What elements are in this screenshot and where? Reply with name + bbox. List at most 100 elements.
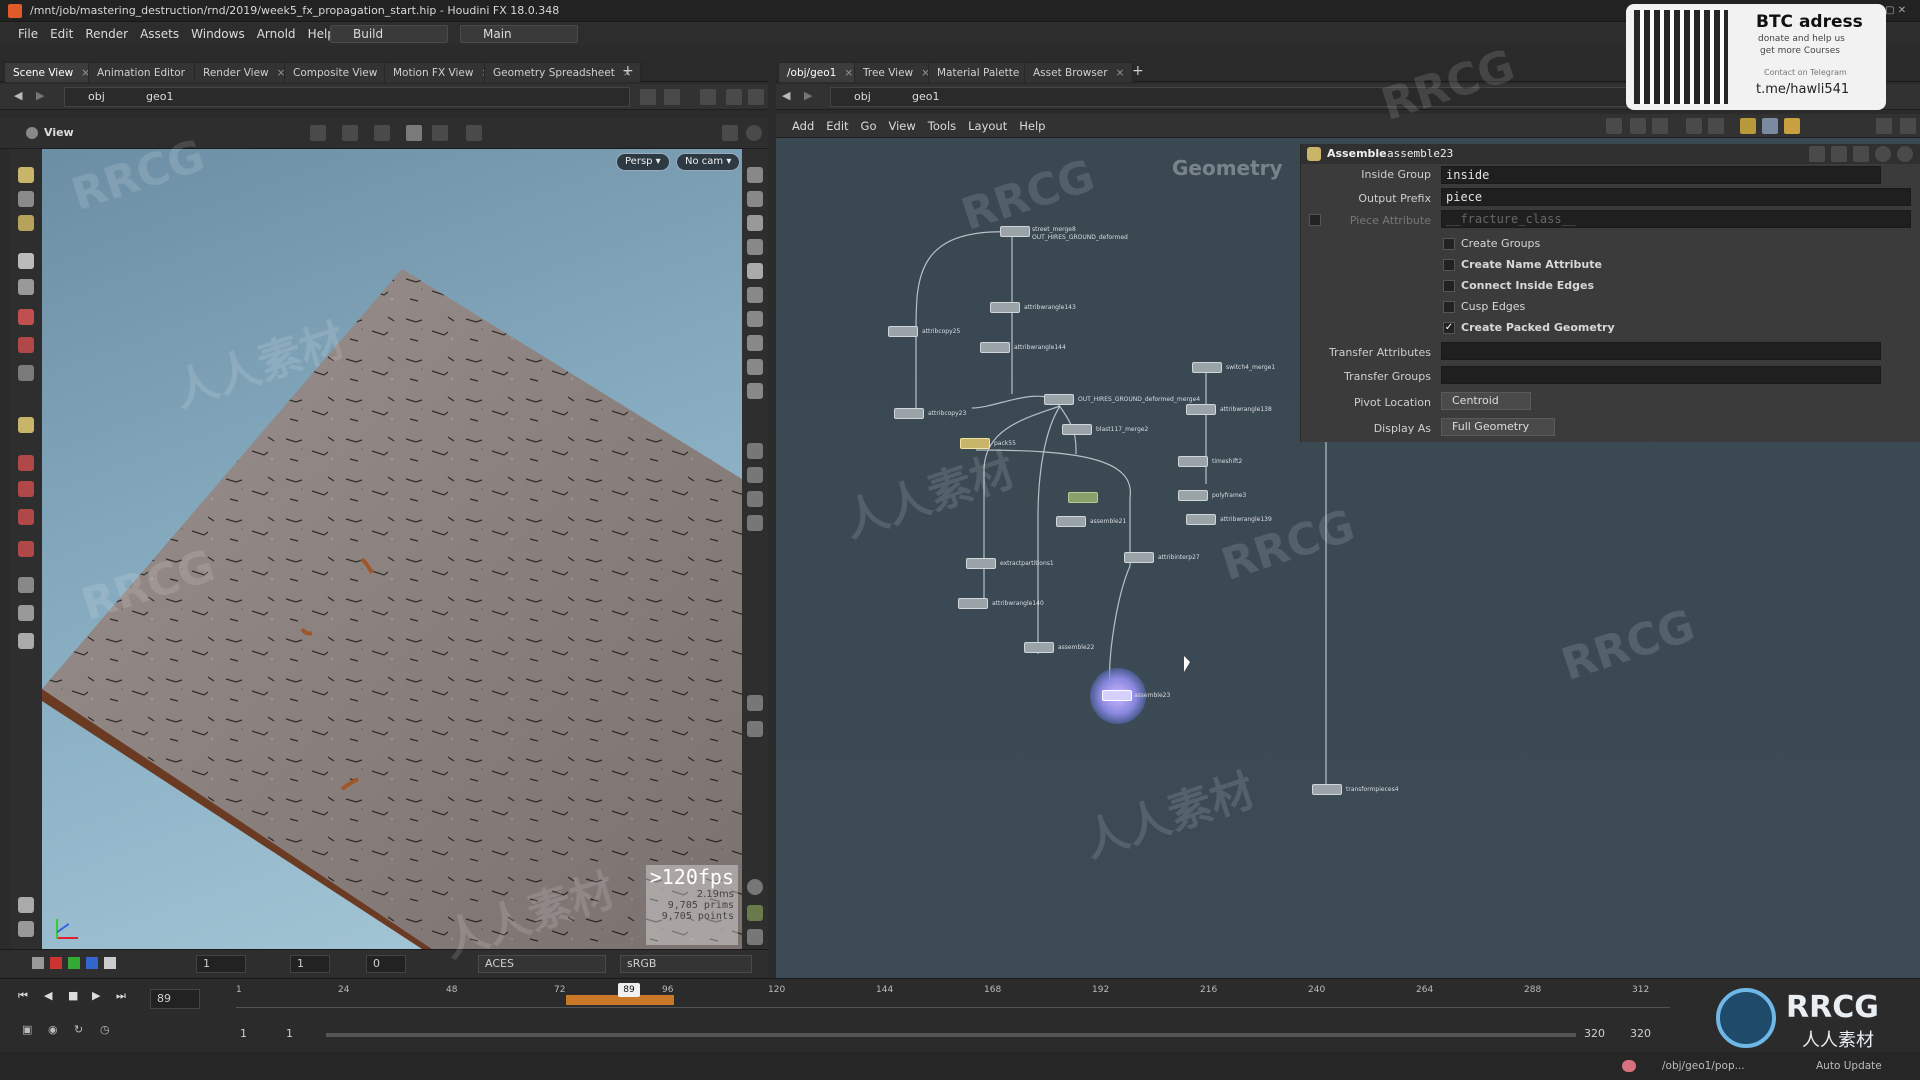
- net-menu-edit[interactable]: Edit: [820, 114, 854, 138]
- node-attribwrangle138[interactable]: [1186, 404, 1216, 415]
- lighting-icon[interactable]: [747, 263, 763, 279]
- frame-ruler[interactable]: 1 24 48 72 96 120 144 168 192 216 240 26…: [236, 981, 1670, 1017]
- realtime-icon[interactable]: ▣: [22, 1023, 32, 1036]
- node-extractpartitions1[interactable]: [966, 558, 996, 569]
- pane-menu-icon[interactable]: [748, 89, 764, 105]
- scissors-icon[interactable]: [1606, 118, 1622, 134]
- cusp-edges-checkbox[interactable]: [1443, 301, 1455, 313]
- range-end-field[interactable]: 320: [1584, 1027, 1605, 1040]
- link-icon[interactable]: [664, 89, 680, 105]
- info-param-icon[interactable]: [1875, 146, 1891, 162]
- gear-icon[interactable]: [1809, 146, 1825, 162]
- path-node[interactable]: geo1: [146, 88, 173, 106]
- snap-icon[interactable]: [406, 125, 422, 141]
- net-menu-add[interactable]: Add: [786, 114, 820, 138]
- wireframe-icon[interactable]: [747, 287, 763, 303]
- play-icon[interactable]: ▶: [92, 989, 100, 1002]
- display-as-dropdown[interactable]: Full Geometry: [1441, 418, 1555, 436]
- hda-icon[interactable]: [1831, 146, 1847, 162]
- brush-tool-icon[interactable]: [18, 337, 34, 353]
- jump-start-icon[interactable]: ⏮: [18, 989, 28, 1003]
- tumble-tool-icon[interactable]: [310, 125, 326, 141]
- add-network-tab-icon[interactable]: +: [1132, 63, 1144, 79]
- point-numbers-icon[interactable]: [747, 335, 763, 351]
- twelve-icon[interactable]: [747, 515, 763, 531]
- select-prims-icon[interactable]: [18, 215, 34, 231]
- range-slider[interactable]: [326, 1033, 1576, 1037]
- net-menu-help[interactable]: Help: [1013, 114, 1051, 138]
- transfer-attr-field[interactable]: [1441, 342, 1881, 360]
- text-label-icon[interactable]: [747, 695, 763, 711]
- tab-scene-view[interactable]: Scene View ×: [4, 62, 100, 82]
- view-tool-icon[interactable]: [18, 455, 34, 471]
- node-attribcopy25[interactable]: [888, 326, 918, 337]
- bbox-icon[interactable]: [747, 383, 763, 399]
- scene-viewport[interactable]: Persp ▾ No cam ▾ >120fps 2.19ms 9,705 pr…: [42, 149, 742, 949]
- blue-channel-icon[interactable]: [86, 957, 98, 969]
- node-attribwrangle143[interactable]: [990, 302, 1020, 313]
- field-two[interactable]: 1: [290, 955, 330, 973]
- param-node-name[interactable]: assemble23: [1387, 147, 1453, 160]
- node-attribwrangle139[interactable]: [1186, 514, 1216, 525]
- ocio-space-dropdown[interactable]: sRGB: [620, 955, 752, 973]
- select-points-icon[interactable]: [18, 191, 34, 207]
- viewport-layout-icon[interactable]: [722, 125, 738, 141]
- display-options-icon[interactable]: [726, 89, 742, 105]
- prim-numbers-icon[interactable]: [747, 359, 763, 375]
- auto-update-dropdown[interactable]: Auto Update: [1816, 1060, 1882, 1072]
- persp-button[interactable]: Persp ▾: [616, 153, 670, 171]
- transform-tool-icon[interactable]: [374, 125, 390, 141]
- tab-network-geo1[interactable]: /obj/geo1 ×: [778, 62, 863, 82]
- net-path-field[interactable]: [830, 87, 1650, 107]
- net-path-node[interactable]: geo1: [912, 88, 939, 106]
- create-packed-geo-checkbox[interactable]: ✓: [1443, 322, 1455, 334]
- range-start-field[interactable]: 1: [240, 1027, 247, 1040]
- node-transformpieces4[interactable]: [1312, 784, 1342, 795]
- tab-tree-view[interactable]: Tree View ×: [854, 62, 939, 82]
- frame-field[interactable]: 1: [196, 955, 246, 973]
- node-polyframe3[interactable]: [1178, 490, 1208, 501]
- net-back-icon[interactable]: ◀: [782, 89, 790, 102]
- output-prefix-field[interactable]: piece: [1441, 188, 1911, 206]
- dot-icon[interactable]: [747, 443, 763, 459]
- piece-attr-field[interactable]: __fracture_class__: [1441, 210, 1911, 228]
- inside-group-field[interactable]: inside: [1441, 166, 1881, 184]
- camera-icon[interactable]: [466, 125, 482, 141]
- orbit-tool-icon[interactable]: [18, 541, 34, 557]
- layout-icon[interactable]: [1708, 118, 1724, 134]
- render-region-icon[interactable]: [432, 125, 448, 141]
- alpha-channel-icon[interactable]: [104, 957, 116, 969]
- pin-icon[interactable]: [640, 89, 656, 105]
- tab-render-view[interactable]: Render View ×: [194, 62, 295, 82]
- menu-edit[interactable]: Edit: [44, 22, 79, 46]
- help-icon[interactable]: [746, 125, 762, 141]
- lock-icon[interactable]: [747, 215, 763, 231]
- desktop-dropdown[interactable]: Build: [330, 25, 448, 43]
- snapshot-icon[interactable]: [700, 89, 716, 105]
- back-arrow-icon[interactable]: ◀: [14, 89, 22, 102]
- zoom-icon[interactable]: [1876, 118, 1892, 134]
- jump-end-icon[interactable]: ⏭: [116, 989, 126, 1003]
- net-path-context[interactable]: obj: [854, 88, 871, 106]
- audio-icon[interactable]: ◉: [48, 1023, 58, 1036]
- color-swatch-icon[interactable]: [32, 957, 44, 969]
- hand-tool-icon[interactable]: [18, 897, 34, 913]
- node-attribwrangle140[interactable]: [958, 598, 988, 609]
- globe-tool-icon[interactable]: [18, 921, 34, 937]
- node-dopimport1[interactable]: [1068, 492, 1098, 503]
- node-attribcopy23[interactable]: [894, 408, 924, 419]
- menu-render[interactable]: Render: [79, 22, 134, 46]
- current-frame-field[interactable]: 89: [150, 989, 200, 1009]
- tab-motion-fx-view[interactable]: Motion FX View×: [384, 62, 500, 82]
- add-tab-icon[interactable]: +: [622, 63, 634, 79]
- pen-icon[interactable]: [747, 467, 763, 483]
- stop-icon[interactable]: ■: [68, 989, 78, 1002]
- grid-icon[interactable]: [747, 905, 763, 921]
- tree-icon[interactable]: [1630, 118, 1646, 134]
- connect-inside-edges-checkbox[interactable]: [1443, 280, 1455, 292]
- sculpt-tool-icon[interactable]: [18, 365, 34, 381]
- net-menu-tools[interactable]: Tools: [922, 114, 962, 138]
- flipbook-icon[interactable]: [18, 605, 34, 621]
- net-forward-icon[interactable]: ▶: [804, 89, 812, 102]
- menu-arnold[interactable]: Arnold: [251, 22, 302, 46]
